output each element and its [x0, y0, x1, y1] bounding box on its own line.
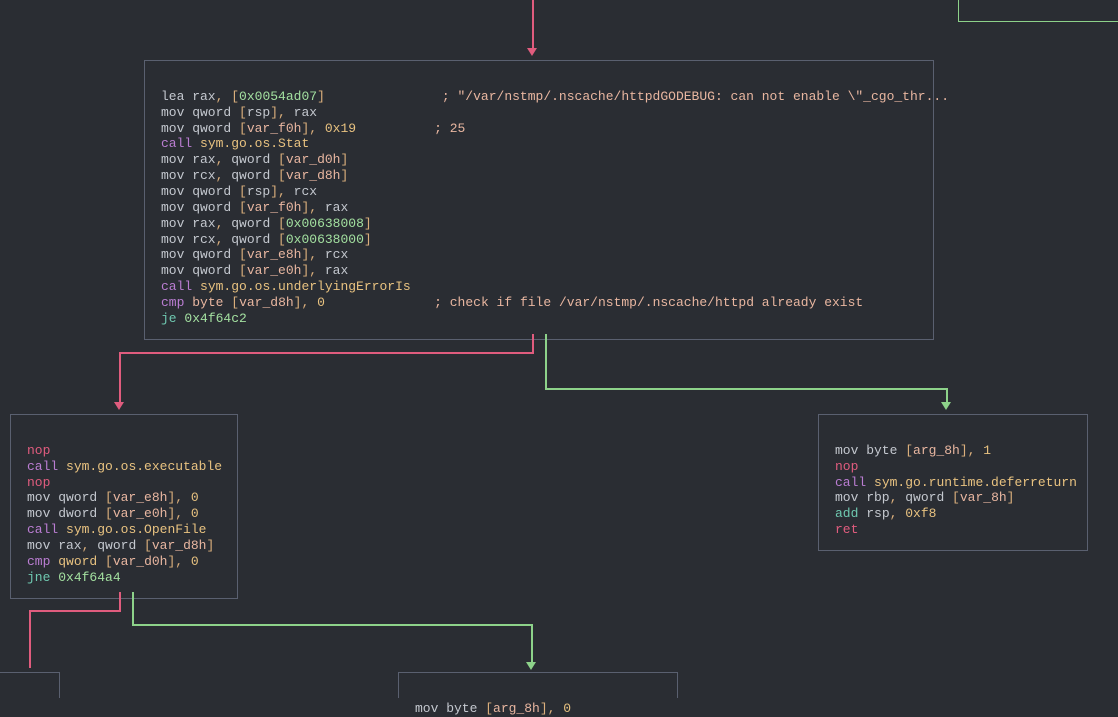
edge-b2-green-v1	[132, 592, 134, 624]
arrow-b4-green	[526, 662, 536, 670]
arrow-b2-red	[114, 402, 124, 410]
edge-b2-red-h	[29, 610, 121, 612]
disasm-block-partial-bl	[0, 672, 60, 698]
disasm-block-3: mov byte [arg_8h], 1 nop call sym.go.run…	[818, 414, 1088, 551]
edge-b1-down-red-v1	[532, 334, 534, 352]
edge-b2-red-v2	[29, 610, 31, 668]
edge-b2-green-h	[132, 624, 533, 626]
edge-top-right-green	[958, 0, 1118, 22]
edge-top-red	[532, 0, 534, 50]
edge-b1-green-v1	[545, 334, 547, 388]
edge-b2-green-v2	[531, 624, 533, 664]
edge-b1-red-v2	[119, 352, 121, 404]
edge-b1-green-h	[545, 388, 948, 390]
disasm-block-2: nop call sym.go.os.executable nop mov qw…	[10, 414, 238, 599]
edge-b1-red-h	[119, 352, 534, 354]
arrow-top-red	[527, 48, 537, 56]
disasm-block-1: lea rax, [0x0054ad07] ; "/var/nstmp/.nsc…	[144, 60, 934, 340]
arrow-b3-green	[941, 402, 951, 410]
disasm-block-4: mov byte [arg_8h], 0	[398, 672, 678, 698]
edge-b2-red-v1	[119, 592, 121, 612]
